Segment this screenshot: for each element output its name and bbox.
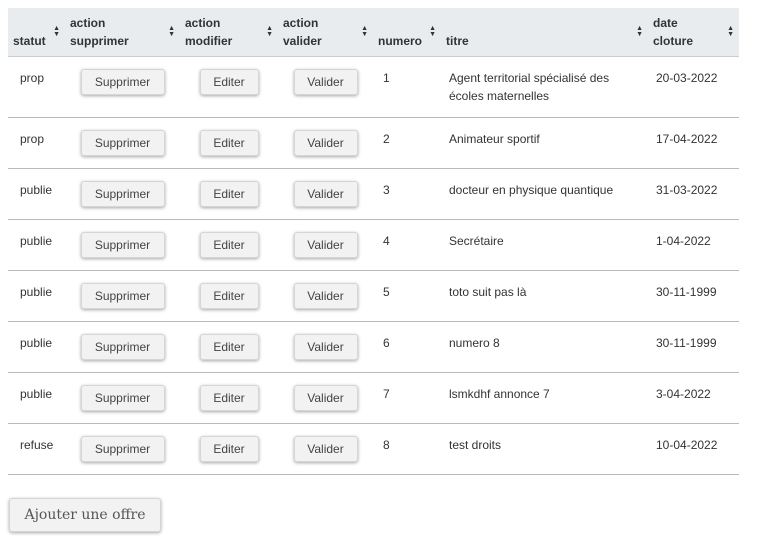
delete-button[interactable]: Supprimer xyxy=(80,436,165,462)
sort-arrows-icon[interactable]: ▲ ▼ xyxy=(636,25,643,38)
cell-titre: Agent territorial spécialisé des écoles … xyxy=(441,56,648,118)
validate-button[interactable]: Valider xyxy=(293,69,358,95)
validate-button[interactable]: Valider xyxy=(293,385,358,411)
cell-date-cloture: 17-04-2022 xyxy=(648,117,739,169)
cell-date-cloture: 30-11-1999 xyxy=(648,270,739,322)
column-label: modifier xyxy=(185,34,233,48)
edit-button[interactable]: Editer xyxy=(199,130,259,156)
delete-button[interactable]: Supprimer xyxy=(80,130,165,156)
table-row: publie Supprimer Editer Valider 4 Secrét… xyxy=(8,219,739,271)
cell-titre: test droits xyxy=(441,423,648,475)
column-header-statut[interactable]: statut ▲ ▼ xyxy=(8,8,65,57)
cell-date-cloture: 30-11-1999 xyxy=(648,321,739,373)
column-label: date xyxy=(653,16,678,30)
validate-button[interactable]: Valider xyxy=(293,232,358,258)
cell-date-cloture: 3-04-2022 xyxy=(648,372,739,424)
cell-statut: prop xyxy=(8,117,65,169)
column-label: titre xyxy=(446,34,469,48)
cell-statut: refuse xyxy=(8,423,65,475)
cell-statut: publie xyxy=(8,168,65,220)
add-offer-button[interactable]: Ajouter une offre xyxy=(9,498,161,532)
column-label: statut xyxy=(13,34,46,48)
table-header-row: statut ▲ ▼ action supprimer ▲ ▼ action mod… xyxy=(8,8,739,57)
validate-button[interactable]: Valider xyxy=(293,283,358,309)
cell-statut: publie xyxy=(8,270,65,322)
cell-titre: Animateur sportif xyxy=(441,117,648,169)
cell-numero: 3 xyxy=(373,168,441,220)
table-row: publie Supprimer Editer Valider 6 numero… xyxy=(8,321,739,373)
delete-button[interactable]: Supprimer xyxy=(80,334,165,360)
column-label: cloture xyxy=(653,34,694,48)
edit-button[interactable]: Editer xyxy=(199,181,259,207)
column-header-action-valider[interactable]: action valider ▲ ▼ xyxy=(278,8,373,57)
column-header-action-supprimer[interactable]: action supprimer ▲ ▼ xyxy=(65,8,180,57)
cell-statut: publie xyxy=(8,219,65,271)
cell-numero: 8 xyxy=(373,423,441,475)
column-label: valider xyxy=(283,34,322,48)
delete-button[interactable]: Supprimer xyxy=(80,385,165,411)
column-header-action-modifier[interactable]: action modifier ▲ ▼ xyxy=(180,8,278,57)
delete-button[interactable]: Supprimer xyxy=(80,181,165,207)
cell-date-cloture: 1-04-2022 xyxy=(648,219,739,271)
cell-numero: 7 xyxy=(373,372,441,424)
table-row: publie Supprimer Editer Valider 3 docteu… xyxy=(8,168,739,220)
cell-date-cloture: 10-04-2022 xyxy=(648,423,739,475)
validate-button[interactable]: Valider xyxy=(293,436,358,462)
sort-arrows-icon[interactable]: ▲ ▼ xyxy=(429,25,436,38)
cell-titre: Secrétaire xyxy=(441,219,648,271)
column-label: action xyxy=(283,16,319,30)
column-header-titre[interactable]: titre ▲ ▼ xyxy=(441,8,648,57)
sort-arrows-icon[interactable]: ▲ ▼ xyxy=(53,25,60,38)
table-row: refuse Supprimer Editer Valider 8 test d… xyxy=(8,423,739,475)
cell-statut: publie xyxy=(8,372,65,424)
edit-button[interactable]: Editer xyxy=(199,283,259,309)
table-row: prop Supprimer Editer Valider 2 Animateu… xyxy=(8,117,739,169)
cell-titre: toto suit pas là xyxy=(441,270,648,322)
column-header-date-cloture[interactable]: date cloture ▲ ▼ xyxy=(648,8,739,57)
cell-titre: lsmkdhf annonce 7 xyxy=(441,372,648,424)
cell-statut: prop xyxy=(8,56,65,118)
cell-date-cloture: 20-03-2022 xyxy=(648,56,739,118)
edit-button[interactable]: Editer xyxy=(199,385,259,411)
sort-arrows-icon[interactable]: ▲ ▼ xyxy=(361,25,368,38)
edit-button[interactable]: Editer xyxy=(199,232,259,258)
column-label: action xyxy=(70,16,106,30)
edit-button[interactable]: Editer xyxy=(199,69,259,95)
column-label: action xyxy=(185,16,221,30)
column-label: supprimer xyxy=(70,34,129,48)
delete-button[interactable]: Supprimer xyxy=(80,232,165,258)
column-label: numero xyxy=(378,34,423,48)
delete-button[interactable]: Supprimer xyxy=(80,283,165,309)
sort-arrows-icon[interactable]: ▲ ▼ xyxy=(168,25,175,38)
validate-button[interactable]: Valider xyxy=(293,181,358,207)
validate-button[interactable]: Valider xyxy=(293,334,358,360)
validate-button[interactable]: Valider xyxy=(293,130,358,156)
sort-arrows-icon[interactable]: ▲ ▼ xyxy=(727,25,734,38)
column-header-numero[interactable]: numero ▲ ▼ xyxy=(373,8,441,57)
cell-numero: 5 xyxy=(373,270,441,322)
cell-titre: numero 8 xyxy=(441,321,648,373)
cell-date-cloture: 31-03-2022 xyxy=(648,168,739,220)
table-row: prop Supprimer Editer Valider 1 Agent te… xyxy=(8,56,739,118)
table-row: publie Supprimer Editer Valider 7 lsmkdh… xyxy=(8,372,739,424)
edit-button[interactable]: Editer xyxy=(199,436,259,462)
cell-titre: docteur en physique quantique xyxy=(441,168,648,220)
cell-numero: 2 xyxy=(373,117,441,169)
delete-button[interactable]: Supprimer xyxy=(80,69,165,95)
offers-table: statut ▲ ▼ action supprimer ▲ ▼ action mod… xyxy=(8,8,739,475)
sort-arrows-icon[interactable]: ▲ ▼ xyxy=(266,25,273,38)
cell-numero: 6 xyxy=(373,321,441,373)
cell-numero: 1 xyxy=(373,56,441,118)
cell-numero: 4 xyxy=(373,219,441,271)
table-row: publie Supprimer Editer Valider 5 toto s… xyxy=(8,270,739,322)
cell-statut: publie xyxy=(8,321,65,373)
edit-button[interactable]: Editer xyxy=(199,334,259,360)
